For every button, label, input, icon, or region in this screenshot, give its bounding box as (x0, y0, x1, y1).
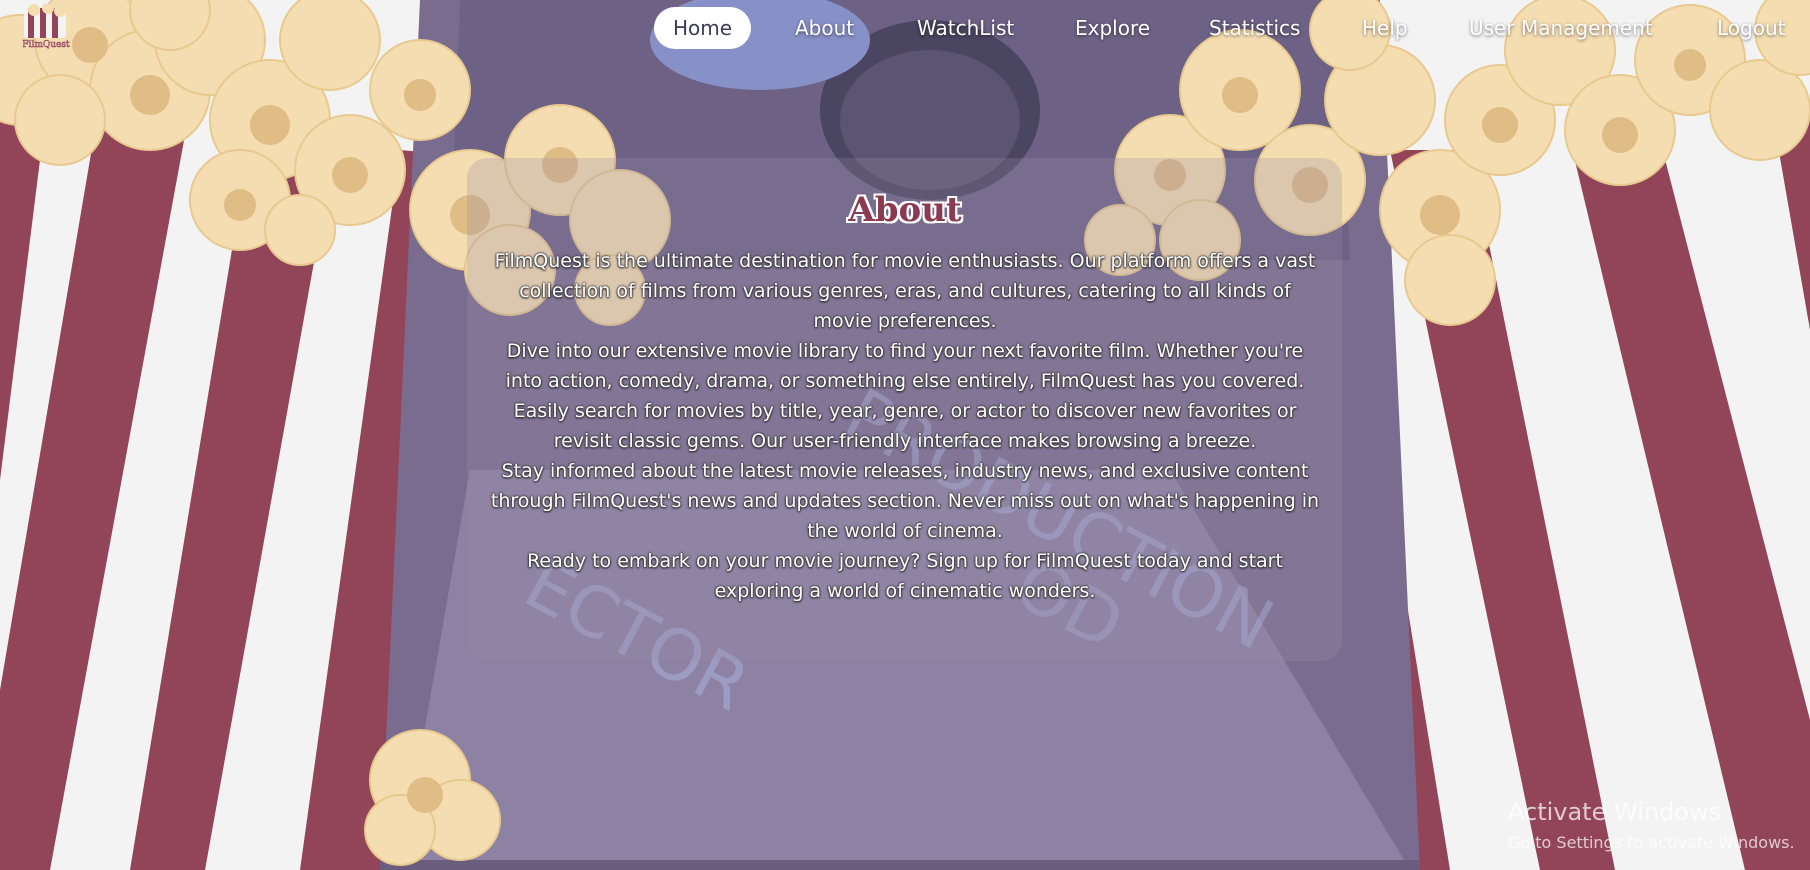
nav-user-management-link[interactable]: User Management (1469, 7, 1653, 49)
nav-about-link[interactable]: About (795, 7, 854, 49)
nav-home-link[interactable]: Home (654, 7, 752, 49)
activate-windows-subtitle: Go to Settings to activate Windows. (1508, 833, 1795, 852)
nav-watchlist-link[interactable]: WatchList (917, 7, 1014, 49)
nav-explore-link[interactable]: Explore (1075, 7, 1150, 49)
nav-statistics-link[interactable]: Statistics (1209, 7, 1300, 49)
about-paragraph: Ready to embark on your movie journey? S… (527, 550, 1283, 602)
main-navigation: Home About WatchList Explore Statistics … (0, 7, 1810, 49)
nav-logout-link[interactable]: Logout (1717, 7, 1785, 49)
nav-help-link[interactable]: Help (1362, 7, 1408, 49)
activate-windows-title: Activate Windows (1508, 798, 1722, 826)
about-text: FilmQuest is the ultimate destination fo… (490, 246, 1320, 606)
about-paragraph: Dive into our extensive movie library to… (505, 340, 1305, 392)
about-paragraph: FilmQuest is the ultimate destination fo… (494, 250, 1316, 332)
about-title: About (848, 190, 962, 230)
about-paragraph: Stay informed about the latest movie rel… (490, 460, 1320, 542)
about-paragraph: Easily search for movies by title, year,… (513, 400, 1297, 452)
